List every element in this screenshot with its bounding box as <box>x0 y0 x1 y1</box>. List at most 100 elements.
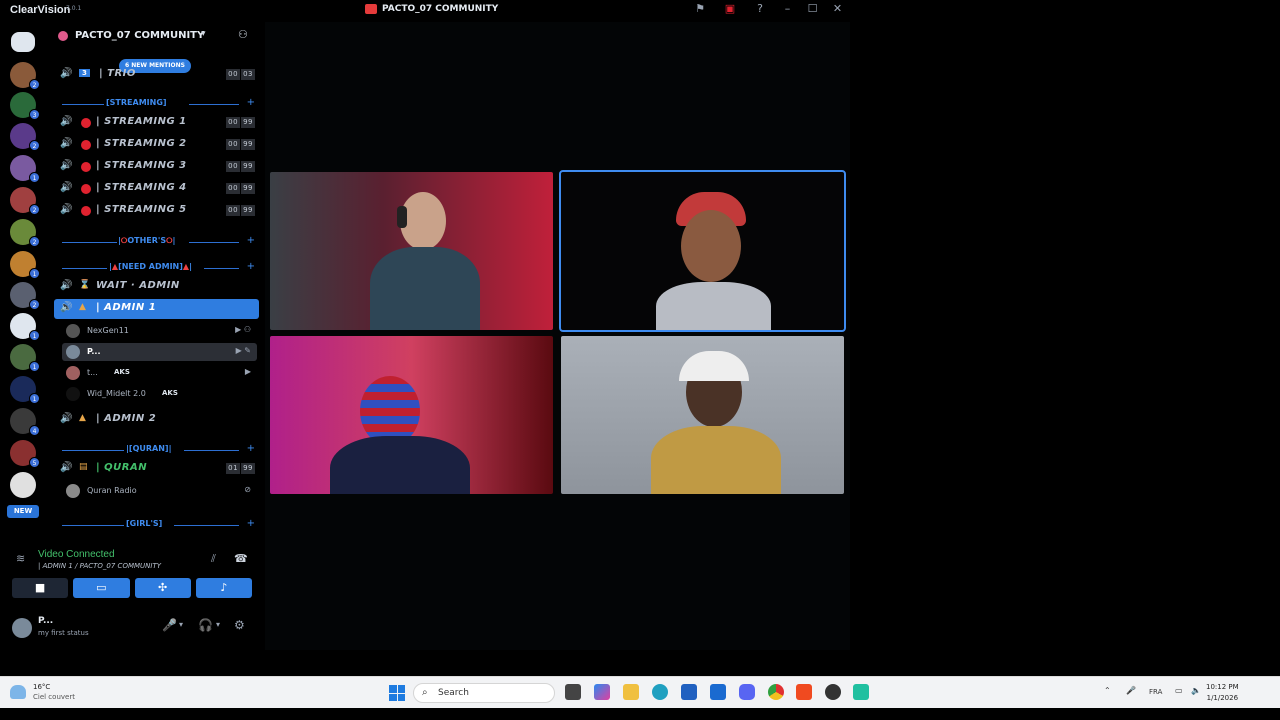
category-need-admin[interactable]: |▲[NEED ADMIN]▲| + <box>54 261 259 276</box>
chevron-up-icon[interactable]: ⌃ <box>1104 686 1111 695</box>
add-channel-icon[interactable]: + <box>247 97 255 108</box>
outlook-icon[interactable] <box>710 684 726 700</box>
voice-user[interactable]: Quran Radio ⊘ <box>62 482 257 500</box>
video-tile[interactable] <box>561 336 844 494</box>
channel-streaming-4[interactable]: 🔊 | STREAMING 4 00 99 <box>54 179 259 199</box>
channel-admin-2[interactable]: 🔊 ▲ | ADMIN 2 <box>54 410 259 430</box>
live-dot-icon <box>81 162 91 172</box>
server-icon[interactable]: 1 <box>10 344 40 372</box>
server-icon[interactable]: 2 <box>10 123 40 151</box>
system-clock[interactable]: 10:12 PM 1/1/2026 <box>1206 682 1239 704</box>
channel-admin-1[interactable]: 🔊 ▲ | ADMIN 1 <box>54 299 259 319</box>
server-icon[interactable]: 1 <box>10 313 40 341</box>
category-label: |[QURAN]| <box>126 444 172 453</box>
soundboard-button[interactable]: ♪ <box>195 578 252 598</box>
channel-label: | ADMIN 1 <box>96 302 157 313</box>
chevron-down-icon[interactable]: ▾ <box>179 620 183 629</box>
channel-streaming-3[interactable]: 🔊 | STREAMING 3 00 99 <box>54 157 259 177</box>
video-tile[interactable] <box>270 336 553 494</box>
minimize-button[interactable]: – <box>775 2 800 15</box>
signal-icon[interactable]: ≋ <box>16 552 25 565</box>
server-icon[interactable]: 5 <box>10 440 40 468</box>
voice-user[interactable]: NexGen11 ▶ ⚇ <box>62 322 257 340</box>
server-icon[interactable]: 1 <box>10 376 40 404</box>
channel-streaming-5[interactable]: 🔊 | STREAMING 5 00 99 <box>54 201 259 221</box>
help-icon[interactable]: ? <box>745 2 775 15</box>
maximize-button[interactable]: ☐ <box>800 2 825 15</box>
volume-icon[interactable]: 🔈 <box>1191 686 1201 695</box>
participant-video <box>651 351 781 494</box>
microphone-icon[interactable]: 🎤 <box>1126 686 1136 695</box>
copilot-icon[interactable] <box>594 684 610 700</box>
channel-trio[interactable]: 🔊 3 | TRIO 00 03 <box>54 65 259 85</box>
avatar[interactable] <box>12 618 32 638</box>
taskbar-search[interactable]: ⌕ Search <box>413 683 555 703</box>
user-status[interactable]: my first status <box>38 629 89 637</box>
connection-status[interactable]: Video Connected <box>38 549 115 560</box>
server-logo-icon <box>365 4 377 14</box>
chevron-down-icon[interactable]: ▾ <box>201 29 206 39</box>
video-tile-speaking[interactable] <box>559 170 846 332</box>
brave-icon[interactable] <box>796 684 812 700</box>
category-quran[interactable]: |[QURAN]| + <box>54 443 259 458</box>
category-others[interactable]: |⭘OTHER'S⭘| + <box>54 235 259 250</box>
channel-quran[interactable]: 🔊 ▤ | QURAN 01 99 <box>54 459 259 479</box>
add-channel-icon[interactable]: + <box>247 518 255 529</box>
channel-wait-admin[interactable]: 🔊 ⌛ WAIT · ADMIN <box>54 277 259 297</box>
camera-button[interactable]: ■ <box>12 578 69 598</box>
activities-button[interactable]: ✣ <box>134 578 191 598</box>
category-streaming[interactable]: [STREAMING] + <box>54 97 259 112</box>
task-view-icon[interactable] <box>565 684 581 700</box>
channel-streaming-2[interactable]: 🔊 | STREAMING 2 00 99 <box>54 135 259 155</box>
noise-suppression-icon[interactable]: ⫽ <box>211 552 216 566</box>
server-icon[interactable] <box>10 472 36 498</box>
network-icon[interactable]: ▭ <box>1175 686 1183 695</box>
obs-icon[interactable] <box>825 684 841 700</box>
server-icon[interactable]: 1 <box>10 251 40 279</box>
server-badge: 4 <box>29 425 40 436</box>
server-icon[interactable]: 3 <box>10 92 40 120</box>
server-header[interactable]: PACTO_07 COMMUNITY ▾ ⚇ <box>48 22 265 52</box>
headphones-icon[interactable]: 🎧 <box>198 618 213 632</box>
server-icon[interactable]: 2 <box>10 62 40 90</box>
server-icon[interactable]: 2 <box>10 282 40 310</box>
chevron-down-icon[interactable]: ▾ <box>216 620 220 629</box>
voice-user[interactable]: P... ▶ ✎ <box>62 343 257 361</box>
channel-streaming-1[interactable]: 🔊 | STREAMING 1 00 99 <box>54 113 259 133</box>
video-tile[interactable] <box>270 172 553 330</box>
disconnect-icon[interactable]: ☎ <box>234 552 248 565</box>
start-button[interactable] <box>389 685 405 701</box>
server-icon[interactable]: 2 <box>10 219 40 247</box>
cone-icon: ▲ <box>79 413 87 423</box>
voice-user[interactable]: t... AKS ▶ <box>62 364 257 382</box>
close-button[interactable]: ✕ <box>825 2 850 15</box>
server-icon[interactable]: 2 <box>10 187 40 215</box>
add-channel-icon[interactable]: + <box>247 235 255 246</box>
speaker-icon: 🔊 <box>60 68 73 79</box>
store-icon[interactable] <box>681 684 697 700</box>
settings-gear-icon[interactable]: ⚙ <box>234 618 245 632</box>
microphone-icon[interactable]: 🎤 <box>162 618 177 632</box>
app-icon[interactable] <box>853 684 869 700</box>
add-channel-icon[interactable]: + <box>247 261 255 272</box>
flag-icon[interactable]: ⚑ <box>685 2 715 15</box>
keyboard-language[interactable]: FRA <box>1149 688 1162 696</box>
edge-icon[interactable] <box>652 684 668 700</box>
add-member-icon[interactable]: ⚇ <box>238 28 248 41</box>
inbox-icon[interactable]: ▣ <box>715 2 745 15</box>
file-explorer-icon[interactable] <box>623 684 639 700</box>
server-icon[interactable]: 1 <box>10 155 40 183</box>
new-server-badge[interactable]: NEW <box>7 505 39 518</box>
user-name[interactable]: P... <box>38 616 53 626</box>
category-girls[interactable]: [GIRL'S] + <box>54 518 259 533</box>
category-label: |▲[NEED ADMIN]▲| <box>109 262 192 271</box>
server-icon[interactable]: 4 <box>10 408 40 436</box>
connected-channel[interactable]: | ADMIN 1 / PACTO_07 COMMUNITY <box>38 562 161 570</box>
discord-home-icon[interactable] <box>11 32 35 52</box>
add-channel-icon[interactable]: + <box>247 443 255 454</box>
chrome-icon[interactable] <box>768 684 784 700</box>
voice-user[interactable]: Wid_Midelt 2.0 AKS <box>62 385 257 403</box>
discord-taskbar-icon[interactable] <box>739 684 755 700</box>
video-stage <box>265 22 850 650</box>
screen-share-button[interactable]: ▭ <box>73 578 130 598</box>
